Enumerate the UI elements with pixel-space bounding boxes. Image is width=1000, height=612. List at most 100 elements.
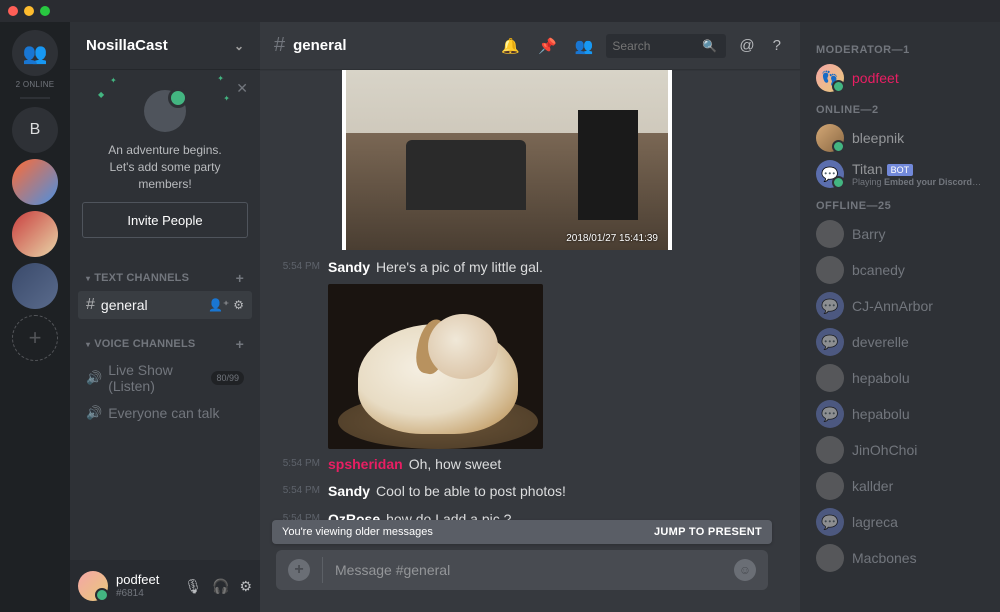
members-heading-moderator: MODERATOR—1 — [808, 36, 992, 60]
bot-tag: BOT — [887, 164, 914, 176]
message-author[interactable]: Sandy — [328, 483, 370, 499]
message-text: how do I add a pic ? — [386, 511, 511, 520]
pin-icon[interactable]: 📌 — [533, 37, 562, 55]
user-settings-gear-icon[interactable]: ⚙ — [239, 578, 252, 595]
zoom-window[interactable] — [40, 6, 50, 16]
mute-icon[interactable]: 🎙 — [184, 578, 202, 595]
attachment-image-dog[interactable] — [328, 284, 543, 449]
member-name: CJ-AnnArbor — [852, 298, 933, 314]
member-cj[interactable]: 💬CJ-AnnArbor — [808, 288, 992, 324]
emoji-picker-icon[interactable]: ☺ — [734, 559, 756, 581]
minimize-window[interactable] — [24, 6, 34, 16]
member-bleepnik[interactable]: bleepnik — [808, 120, 992, 156]
member-bcanedy[interactable]: bcanedy — [808, 252, 992, 288]
member-titan[interactable]: 💬 TitanBOT Playing Embed your Discord ..… — [808, 156, 992, 192]
message-author[interactable]: Sandy — [328, 259, 370, 275]
members-icon[interactable]: 👥 — [570, 37, 599, 55]
close-icon[interactable]: ✕ — [236, 80, 248, 97]
channel-label: Live Show (Listen) — [108, 362, 211, 394]
guild-chitchat[interactable] — [12, 159, 58, 205]
message-list[interactable]: 2018/01/27 15:41:39 5:54 PM SandyHere's … — [260, 70, 784, 520]
add-channel-icon[interactable]: + — [236, 336, 244, 352]
bell-icon[interactable]: 🔔 — [496, 37, 525, 55]
attach-icon[interactable]: + — [288, 559, 310, 581]
camera-timestamp: 2018/01/27 15:41:39 — [566, 233, 658, 244]
older-messages-bar[interactable]: You're viewing older messages JUMP TO PR… — [272, 520, 772, 544]
invite-icon[interactable]: 👤⁺ — [208, 298, 229, 312]
message-text: Cool to be able to post photos! — [376, 483, 566, 499]
member-macbones[interactable]: Macbones — [808, 540, 992, 576]
guild-nosillacast-live[interactable] — [12, 211, 58, 257]
self-avatar[interactable] — [78, 571, 108, 601]
member-list[interactable]: MODERATOR—1 👣 podfeet ONLINE—2 bleepnik … — [800, 22, 1000, 612]
message-row: 5:54 PM OzRosehow do I add a pic ? — [276, 508, 784, 520]
member-name: lagreca — [852, 514, 898, 530]
guild-shield[interactable] — [12, 263, 58, 309]
friends-icon: 👥 — [23, 41, 48, 66]
speaker-icon: 🔊 — [86, 370, 102, 386]
text-channels-heading[interactable]: ▾TEXT CHANNELS + — [78, 266, 252, 290]
member-hepabolu[interactable]: hepabolu — [808, 360, 992, 396]
message-timestamp: 5:54 PM — [276, 455, 328, 475]
invite-people-button[interactable]: Invite People — [82, 202, 248, 238]
member-name: Macbones — [852, 550, 917, 566]
guild-b[interactable]: B — [12, 107, 58, 153]
avatar — [816, 544, 844, 572]
deafen-icon[interactable]: 🎧 — [212, 578, 229, 595]
avatar: 💬 — [816, 508, 844, 536]
server-name: NosillaCast — [86, 37, 168, 54]
member-name: hepabolu — [852, 406, 910, 422]
voice-channel-listen[interactable]: 🔊 Live Show (Listen) 80/99 — [78, 357, 252, 399]
message-timestamp: 5:54 PM — [276, 258, 328, 278]
sparkle-icon: ◆ — [98, 90, 104, 99]
hash-icon: # — [274, 34, 285, 57]
invite-text: An adventure begins. Let's add some part… — [82, 142, 248, 192]
member-name: JinOhChoi — [852, 442, 917, 458]
chevron-down-icon: ▾ — [86, 274, 90, 283]
home-button[interactable]: 👥 — [12, 30, 58, 76]
guild-rail: 👥 2 ONLINE B + — [0, 22, 70, 612]
close-window[interactable] — [8, 6, 18, 16]
message-input[interactable] — [335, 562, 734, 578]
member-podfeet[interactable]: 👣 podfeet — [808, 60, 992, 96]
sparkle-icon: ✦ — [217, 74, 224, 83]
member-activity: Playing Embed your Discord ... — [852, 177, 982, 187]
avatar: 💬 — [816, 328, 844, 356]
message-author[interactable]: OzRose — [328, 511, 380, 520]
user-panel: podfeet #6814 🎙 🎧 ⚙ — [70, 560, 260, 612]
avatar: 💬 — [816, 400, 844, 428]
member-name: Barry — [852, 226, 885, 242]
attachment-image-room[interactable]: 2018/01/27 15:41:39 — [342, 70, 672, 250]
server-header[interactable]: NosillaCast ⌄ — [70, 22, 260, 70]
voice-channels-heading[interactable]: ▾VOICE CHANNELS + — [78, 332, 252, 356]
help-icon[interactable]: ? — [768, 37, 786, 54]
mentions-icon[interactable]: @ — [734, 37, 759, 54]
self-discriminator: #6814 — [116, 588, 159, 599]
member-jinohchoi[interactable]: JinOhChoi — [808, 432, 992, 468]
member-hepabolu-2[interactable]: 💬 hepabolu — [808, 396, 992, 432]
voice-limit: 80/99 — [211, 371, 244, 385]
members-heading-online: ONLINE—2 — [808, 96, 992, 120]
message-row: 5:54 PM spsheridan Oh, how sweet — [276, 453, 784, 477]
add-channel-icon[interactable]: + — [236, 270, 244, 286]
member-name: hepabolu — [852, 370, 910, 386]
voice-channel-talk[interactable]: 🔊 Everyone can talk — [78, 400, 252, 426]
channel-general[interactable]: # general 👤⁺ ⚙ — [78, 291, 252, 319]
online-count: 2 ONLINE — [16, 80, 55, 89]
message-text: Oh, how sweet — [409, 456, 502, 472]
member-kallder[interactable]: kallder — [808, 468, 992, 504]
member-name: bleepnik — [852, 130, 904, 146]
search-input[interactable] — [612, 39, 702, 53]
invite-avatar-icon — [144, 90, 186, 132]
add-server-button[interactable]: + — [12, 315, 58, 361]
member-name: bcanedy — [852, 262, 905, 278]
jump-to-present[interactable]: JUMP TO PRESENT — [654, 526, 762, 538]
gear-icon[interactable]: ⚙ — [233, 298, 244, 312]
channel-title: general — [293, 37, 346, 54]
member-deverelle[interactable]: 💬 deverelle — [808, 324, 992, 360]
member-barry[interactable]: Barry — [808, 216, 992, 252]
message-author[interactable]: spsheridan — [328, 456, 403, 472]
member-name: deverelle — [852, 334, 909, 350]
member-lagreca[interactable]: 💬 lagreca — [808, 504, 992, 540]
search-box[interactable]: 🔍 — [606, 34, 726, 58]
